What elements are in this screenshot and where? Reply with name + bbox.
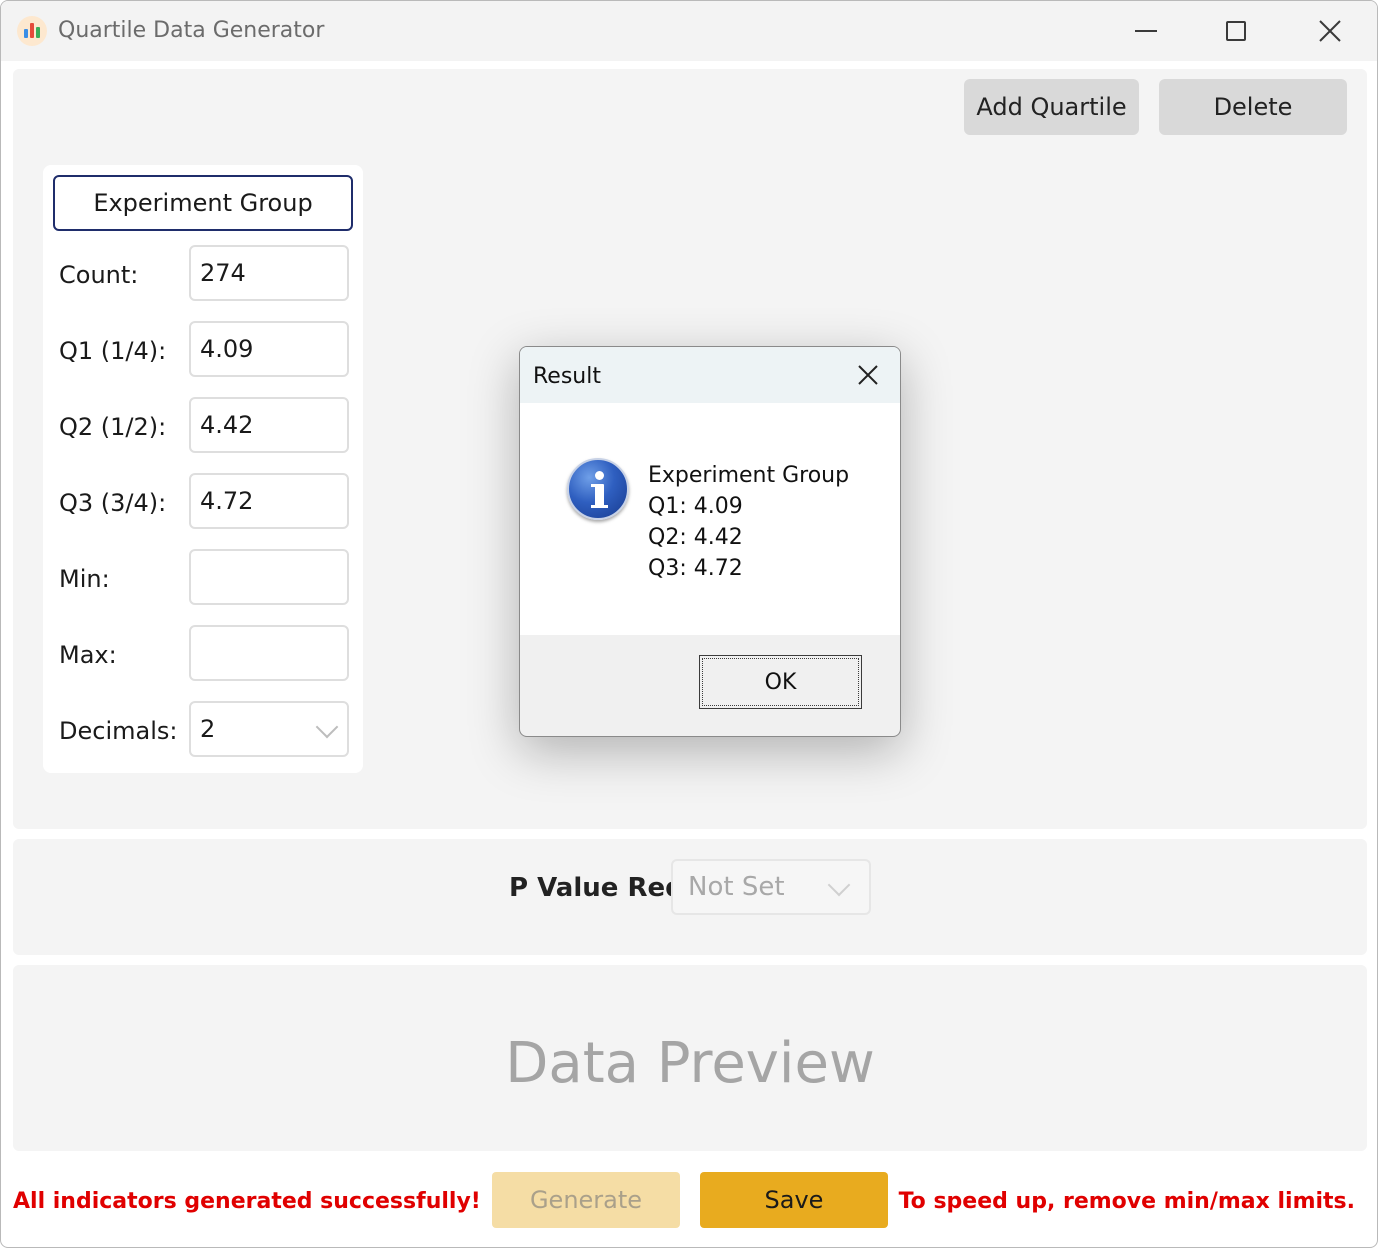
q3-input[interactable]: 4.72	[189, 473, 349, 529]
minimize-icon	[1135, 30, 1157, 32]
app-window: Quartile Data Generator Add Quartile Del…	[0, 0, 1378, 1248]
count-label: Count:	[59, 261, 139, 289]
hint-message: To speed up, remove min/max limits.	[898, 1189, 1355, 1214]
min-input[interactable]	[189, 549, 349, 605]
maximize-icon	[1226, 21, 1246, 41]
chevron-down-icon	[827, 873, 851, 897]
pvalue-label: P Value Req:	[509, 873, 695, 903]
pvalue-value: Not Set	[688, 872, 785, 902]
decimals-label: Decimals:	[59, 717, 178, 745]
dialog-message-line: Experiment Group	[648, 463, 850, 488]
maximize-button[interactable]	[1191, 1, 1281, 61]
decimals-value: 2	[200, 715, 216, 743]
close-button[interactable]	[1285, 1, 1375, 61]
max-label: Max:	[59, 641, 117, 669]
chevron-down-icon	[315, 715, 339, 739]
ok-button[interactable]: OK	[699, 655, 862, 709]
minimize-button[interactable]	[1101, 1, 1191, 61]
data-preview-placeholder: Data Preview	[505, 1031, 875, 1096]
q1-input[interactable]: 4.09	[189, 321, 349, 377]
status-message: All indicators generated successfully!	[13, 1189, 481, 1214]
generate-button[interactable]: Generate	[492, 1172, 680, 1228]
window-title: Quartile Data Generator	[58, 18, 325, 43]
dialog-body: Experiment Group Q1: 4.09 Q2: 4.42 Q3: 4…	[520, 403, 900, 635]
dialog-title: Result	[533, 364, 601, 389]
dialog-close-icon[interactable]	[856, 363, 880, 387]
q2-label: Q2 (1/2):	[59, 413, 167, 441]
dialog-message-line: Q1: 4.09	[648, 494, 743, 519]
save-button[interactable]: Save	[700, 1172, 888, 1228]
dialog-message-line: Q3: 4.72	[648, 556, 743, 581]
add-quartile-button[interactable]: Add Quartile	[964, 79, 1139, 135]
dialog-message-line: Q2: 4.42	[648, 525, 743, 550]
q2-input[interactable]: 4.42	[189, 397, 349, 453]
info-icon	[567, 458, 629, 520]
pvalue-select[interactable]: Not Set	[671, 859, 871, 915]
result-dialog: Result Experiment Group Q1: 4.09 Q2: 4.4…	[519, 346, 901, 737]
close-icon	[1319, 20, 1341, 42]
delete-button[interactable]: Delete	[1159, 79, 1347, 135]
count-input[interactable]: 274	[189, 245, 349, 301]
min-label: Min:	[59, 565, 110, 593]
q3-label: Q3 (3/4):	[59, 489, 167, 517]
group-card: Experiment Group Count: 274 Q1 (1/4): 4.…	[43, 165, 363, 773]
title-bar: Quartile Data Generator	[1, 1, 1377, 61]
app-chart-icon	[17, 16, 47, 46]
decimals-select[interactable]: 2	[189, 701, 349, 757]
q1-label: Q1 (1/4):	[59, 337, 167, 365]
group-name-button[interactable]: Experiment Group	[53, 175, 353, 231]
max-input[interactable]	[189, 625, 349, 681]
dialog-title-bar: Result	[520, 347, 900, 403]
